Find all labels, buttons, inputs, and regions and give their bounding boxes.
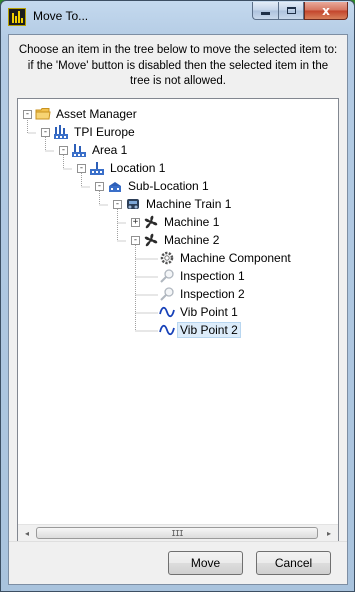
move-button[interactable]: Move: [168, 551, 243, 575]
move-to-dialog: Move To... x Choose an item in the tree …: [0, 0, 355, 592]
fan-icon: [143, 214, 159, 230]
collapse-toggle[interactable]: -: [113, 199, 122, 209]
tree-item-machine-1[interactable]: + Machine 1: [131, 213, 222, 231]
scrollbar-thumb[interactable]: III: [36, 527, 318, 539]
collapse-toggle[interactable]: -: [131, 235, 140, 245]
maximize-button[interactable]: [278, 2, 304, 20]
tree-item-machine-component[interactable]: Machine Component: [159, 249, 294, 267]
gear-icon: [159, 250, 175, 266]
tree-item-label: Inspection 2: [180, 287, 245, 301]
collapse-toggle[interactable]: -: [59, 145, 68, 155]
app-icon: [8, 8, 26, 26]
instruction-text: Choose an item in the tree below to move…: [18, 44, 338, 87]
collapse-toggle[interactable]: -: [95, 181, 104, 191]
tree-item-label: Machine 1: [164, 215, 220, 229]
tree-item-machine-train-1[interactable]: - Machine Train 1: [113, 195, 234, 213]
sub-location-icon: [107, 178, 123, 194]
scroll-left-icon[interactable]: ◂: [20, 528, 34, 539]
cancel-button[interactable]: Cancel: [256, 551, 331, 575]
tree-item-tpi-europe[interactable]: - TPI Europe: [41, 123, 138, 141]
tree-item-vib-point-1[interactable]: Vib Point 1: [159, 303, 241, 321]
tree-item-location-1[interactable]: - Location 1: [77, 159, 168, 177]
tree-item-label: Machine Component: [180, 251, 291, 265]
button-bar: Move Cancel: [9, 541, 347, 584]
tree-item-asset-manager[interactable]: - Asset Manager: [23, 105, 140, 123]
horizontal-scrollbar[interactable]: ◂ III ▸: [18, 524, 338, 542]
window-title: Move To...: [33, 9, 89, 23]
factory-icon: [53, 124, 69, 140]
maximize-icon: [286, 7, 296, 14]
waveform-icon: [159, 322, 175, 338]
tree-item-inspection-2[interactable]: Inspection 2: [159, 285, 248, 303]
grip-icon: III: [171, 528, 183, 538]
folder-icon: [35, 106, 51, 122]
tree-item-label: Machine Train 1: [146, 197, 232, 211]
location-icon: [89, 160, 105, 176]
tree-item-label: TPI Europe: [74, 125, 135, 139]
close-icon: x: [322, 3, 330, 18]
factory-icon: [71, 142, 87, 158]
tree-item-label: Vib Point 1: [180, 305, 238, 319]
tree-item-label: Sub-Location 1: [128, 179, 209, 193]
dialog-client-area: Choose an item in the tree below to move…: [8, 34, 348, 585]
waveform-icon: [159, 304, 175, 320]
tree-item-label: Area 1: [92, 143, 128, 157]
scroll-right-icon[interactable]: ▸: [322, 528, 336, 539]
tree-item-label: Location 1: [110, 161, 166, 175]
tree-item-sub-location-1[interactable]: - Sub-Location 1: [95, 177, 212, 195]
expand-toggle[interactable]: +: [131, 217, 140, 227]
tree-item-inspection-1[interactable]: Inspection 1: [159, 267, 248, 285]
collapse-toggle[interactable]: -: [41, 127, 50, 137]
collapse-toggle[interactable]: -: [23, 109, 32, 119]
magnifier-icon: [159, 268, 175, 284]
magnifier-icon: [159, 286, 175, 302]
tree-item-label: Machine 2: [164, 233, 220, 247]
tree-item-label: Inspection 1: [180, 269, 245, 283]
close-button[interactable]: x: [304, 2, 348, 20]
tree-item-machine-2[interactable]: - Machine 2: [131, 231, 222, 249]
title-bar[interactable]: Move To... x: [1, 1, 354, 33]
minimize-button[interactable]: [252, 2, 278, 20]
fan-icon: [143, 232, 159, 248]
tree-item-label: Vib Point 2: [177, 322, 241, 338]
tree-item-area-1[interactable]: - Area 1: [59, 141, 130, 159]
machine-train-icon: [125, 196, 141, 212]
minimize-icon: [261, 12, 270, 15]
asset-tree[interactable]: - Asset Manager - TPI Europe - Area 1 - …: [17, 98, 339, 543]
tree-item-label: Asset Manager: [56, 107, 137, 121]
tree-item-vib-point-2[interactable]: Vib Point 2: [159, 321, 241, 339]
collapse-toggle[interactable]: -: [77, 163, 86, 173]
